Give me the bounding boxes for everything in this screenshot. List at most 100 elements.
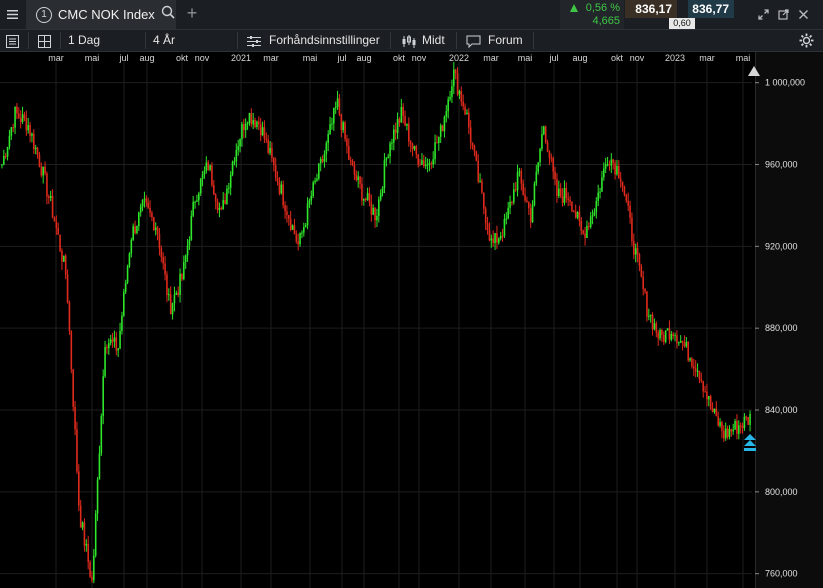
candle-body [153,217,155,231]
candle-body [661,329,663,335]
candle-body [559,188,562,197]
close-icon[interactable] [798,7,809,25]
candle-body [357,176,359,181]
candle-body [199,178,202,194]
menu-icon[interactable] [0,0,25,29]
x-tick-label: aug [572,53,587,63]
candle-body [571,201,573,212]
x-tick-label: mar [699,53,715,63]
search-icon[interactable] [161,5,175,24]
gear-icon[interactable] [799,33,814,48]
forum-button[interactable]: Forum [488,30,523,51]
y-tick-label: 800,000 [765,487,798,497]
candle-body [68,302,71,332]
candle-body [224,199,226,204]
candle-body [456,73,459,95]
candle-body [426,164,429,166]
candle-body [63,255,65,262]
candle-body [123,291,125,316]
sell-price-button[interactable]: 836,17 [625,0,677,18]
range-selector[interactable]: 4 År [153,30,175,51]
candle-body [128,253,131,267]
candle-body [93,555,95,581]
candle-body [713,408,716,412]
candle-body [614,163,616,175]
candle-body [231,161,234,175]
candle-body [8,135,11,147]
candle-body [183,261,185,280]
candle-body [563,188,566,203]
candle-body [664,330,667,342]
candle-body [106,347,108,349]
expand-icon[interactable] [758,7,769,25]
candle-body [638,254,641,266]
candle-body [454,69,457,74]
candle-body [310,195,313,201]
candle-body [42,166,44,176]
candle-body [299,233,301,245]
candle-body [136,226,138,234]
candle-body [19,118,22,122]
candle-body [104,347,106,377]
candle-body [295,234,298,242]
candle-body [321,158,324,162]
candle-body [573,211,575,213]
candle-body [168,294,170,296]
price-chart[interactable]: mar mai jul aug okt nov 2021 mar mai jul aug okt nov… [0,52,823,588]
layout-icon[interactable] [38,34,51,48]
candle-body [229,174,232,188]
y-tick-label: 960,000 [765,160,798,170]
instrument-tab[interactable]: 1 CMC NOK Index [26,0,176,29]
candle-body [214,194,217,202]
candle-body [139,206,142,213]
candle-body [509,201,511,208]
chart-toolbar: 1 Dag 4 År Forhåndsinnstillinger Midt Fo… [0,30,823,52]
candle-body [723,430,725,439]
x-tick-label: nov [195,53,210,63]
candle-body [659,329,661,339]
candle-body [364,198,367,200]
x-tick-label: jul [548,53,558,63]
candle-body [378,199,380,216]
interval-selector[interactable]: 1 Dag [68,30,100,51]
plus-icon[interactable]: + [184,4,200,22]
buy-price-button[interactable]: 836,77 [688,0,734,18]
candle-body [318,163,320,179]
candle-body [222,199,224,210]
candle-body [618,165,620,179]
candle-body [33,133,35,150]
candle-body [49,195,52,198]
candle-body [57,227,59,235]
candle-body [708,396,710,400]
candle-body [271,147,273,158]
candle-body [79,505,82,528]
candle-body [209,165,211,170]
x-tick-label: 2022 [449,53,469,63]
candle-body [316,178,318,181]
candle-body [233,161,236,163]
candle-body [494,233,496,243]
candle-body [385,158,388,161]
candle-body [284,205,286,212]
presets-menu[interactable]: Forhåndsinnstillinger [269,30,380,51]
candle-body [655,323,658,333]
list-icon[interactable] [6,34,19,48]
price-mode-selector[interactable]: Midt [422,30,445,51]
candle-body [526,200,528,203]
candle-body [6,146,9,157]
candle-body [291,225,294,230]
candle-body [372,207,374,215]
candle-body [259,124,262,136]
candle-body [241,124,243,140]
candle-body [359,176,361,184]
candle-body [145,198,148,203]
candle-body [160,248,163,257]
candle-body [55,221,58,228]
candle-body [492,238,494,243]
popout-icon[interactable] [778,7,789,25]
candle-body [601,177,603,192]
candle-body [100,416,103,454]
scroll-top-icon[interactable] [748,66,760,76]
candle-body [473,145,476,152]
candle-body [258,121,260,125]
